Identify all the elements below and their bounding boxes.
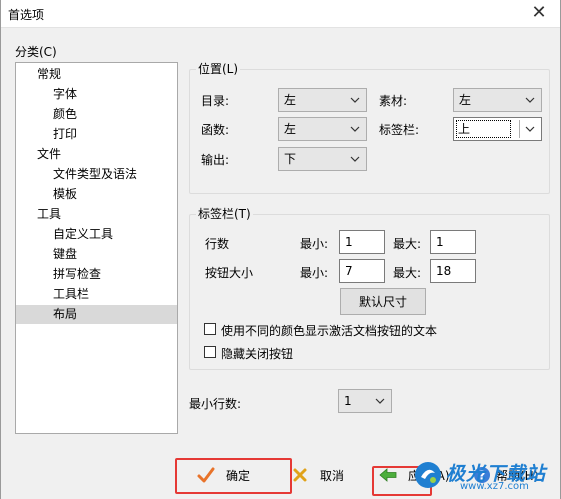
rows-min-input[interactable]: 1 xyxy=(339,230,385,254)
material-select[interactable]: 左 xyxy=(453,88,542,112)
output-label: 输出: xyxy=(201,153,230,167)
tabbar-position-label: 标签栏: xyxy=(379,123,420,137)
button-min-input[interactable]: 7 xyxy=(339,259,385,283)
close-icon[interactable]: ✕ xyxy=(524,2,554,24)
tree-item[interactable]: 工具 xyxy=(16,205,177,224)
chevron-down-icon xyxy=(350,126,360,132)
category-tree[interactable]: 常规字体颜色打印文件文件类型及语法 模板工具自定义工具键盘拼写检查工具栏布局 xyxy=(15,62,178,434)
tree-item-label: 颜色 xyxy=(53,107,78,121)
different-color-label: 使用不同的颜色显示激活文档按钮的文本 xyxy=(221,324,438,338)
tree-item-label: 自定义工具 xyxy=(53,227,114,241)
tree-item-label: 字体 xyxy=(53,87,78,101)
rows-min-label: 最小: xyxy=(300,237,329,251)
ok-highlight-box xyxy=(175,458,292,494)
button-max-label: 最大: xyxy=(393,266,422,280)
tree-item-label: 布局 xyxy=(53,307,78,321)
chevron-down-icon xyxy=(350,156,360,162)
tree-item[interactable]: 拼写检查 xyxy=(16,265,177,284)
min-rows-select[interactable]: 1 xyxy=(338,389,392,413)
rows-max-input[interactable]: 1 xyxy=(430,230,476,254)
rows-label: 行数 xyxy=(205,237,230,251)
default-size-button-label: 默认尺寸 xyxy=(358,295,407,309)
tree-item-label: 常规 xyxy=(37,67,62,81)
material-label: 素材: xyxy=(379,94,408,108)
tree-item-label: 拼写检查 xyxy=(53,267,102,281)
tree-item-label: 文件 xyxy=(37,147,62,161)
combo-separator xyxy=(519,120,520,138)
watermark-logo-icon xyxy=(415,462,441,488)
watermark-url: www.xz7.com xyxy=(460,481,529,492)
tree-item[interactable]: 工具栏 xyxy=(16,285,177,304)
tree-item[interactable]: 模板 xyxy=(16,185,177,204)
category-label: 分类(C) xyxy=(15,45,57,59)
hide-close-button-label: 隐藏关闭按钮 xyxy=(221,347,294,361)
position-group-title: 位置(L) xyxy=(196,62,241,76)
tree-item-label: 文件类型及语法 xyxy=(53,167,138,181)
tree-item-label: 工具 xyxy=(37,207,62,221)
tree-item-label: 模板 xyxy=(53,187,78,201)
button-size-label: 按钮大小 xyxy=(205,266,254,280)
button-max-input[interactable]: 18 xyxy=(430,259,476,283)
tree-item[interactable]: 自定义工具 xyxy=(16,225,177,244)
tree-item-label: 键盘 xyxy=(53,247,78,261)
tree-item[interactable]: 文件类型及语法 xyxy=(16,165,177,184)
chevron-down-icon xyxy=(525,97,535,103)
chevron-down-icon xyxy=(375,398,385,404)
rows-max-label: 最大: xyxy=(393,237,422,251)
tree-item-label: 工具栏 xyxy=(53,287,90,301)
chevron-down-icon xyxy=(525,126,535,132)
tabbar-group-title: 标签栏(T) xyxy=(196,207,253,221)
min-rows-label: 最小行数: xyxy=(189,397,242,411)
tree-item[interactable]: 文件 xyxy=(16,145,177,164)
default-size-button[interactable]: 默认尺寸 xyxy=(340,288,426,315)
window-title: 首选项 xyxy=(8,8,45,22)
cancel-button[interactable]: 取消 xyxy=(290,462,344,488)
preferences-dialog: 首选项 ✕ 分类(C) 常规字体颜色打印文件文件类型及语法 模板工具自定义工具键盘… xyxy=(0,0,561,499)
tree-item-label: 打印 xyxy=(53,127,78,141)
tree-item[interactable]: 字体 xyxy=(16,85,177,104)
hide-close-button-checkbox[interactable] xyxy=(204,346,216,358)
different-color-checkbox[interactable] xyxy=(204,323,216,335)
directory-select[interactable]: 左 xyxy=(278,88,367,112)
chevron-down-icon xyxy=(350,97,360,103)
cross-icon xyxy=(293,468,307,482)
function-select[interactable]: 左 xyxy=(278,117,367,141)
tree-item[interactable]: 打印 xyxy=(16,125,177,144)
tree-item[interactable]: 颜色 xyxy=(16,105,177,124)
output-select[interactable]: 下 xyxy=(278,147,367,171)
directory-label: 目录: xyxy=(201,94,230,108)
tree-item[interactable]: 常规 xyxy=(16,65,177,84)
watermark: 极光下载站 www.xz7.com xyxy=(414,459,554,495)
tree-item[interactable]: 布局 xyxy=(16,305,177,324)
title-bar: 首选项 ✕ xyxy=(1,0,560,28)
button-min-label: 最小: xyxy=(300,266,329,280)
tree-item[interactable]: 键盘 xyxy=(16,245,177,264)
cancel-button-label: 取消 xyxy=(320,468,345,483)
function-label: 函数: xyxy=(201,123,230,137)
tabbar-position-select[interactable]: 上 xyxy=(453,117,542,141)
